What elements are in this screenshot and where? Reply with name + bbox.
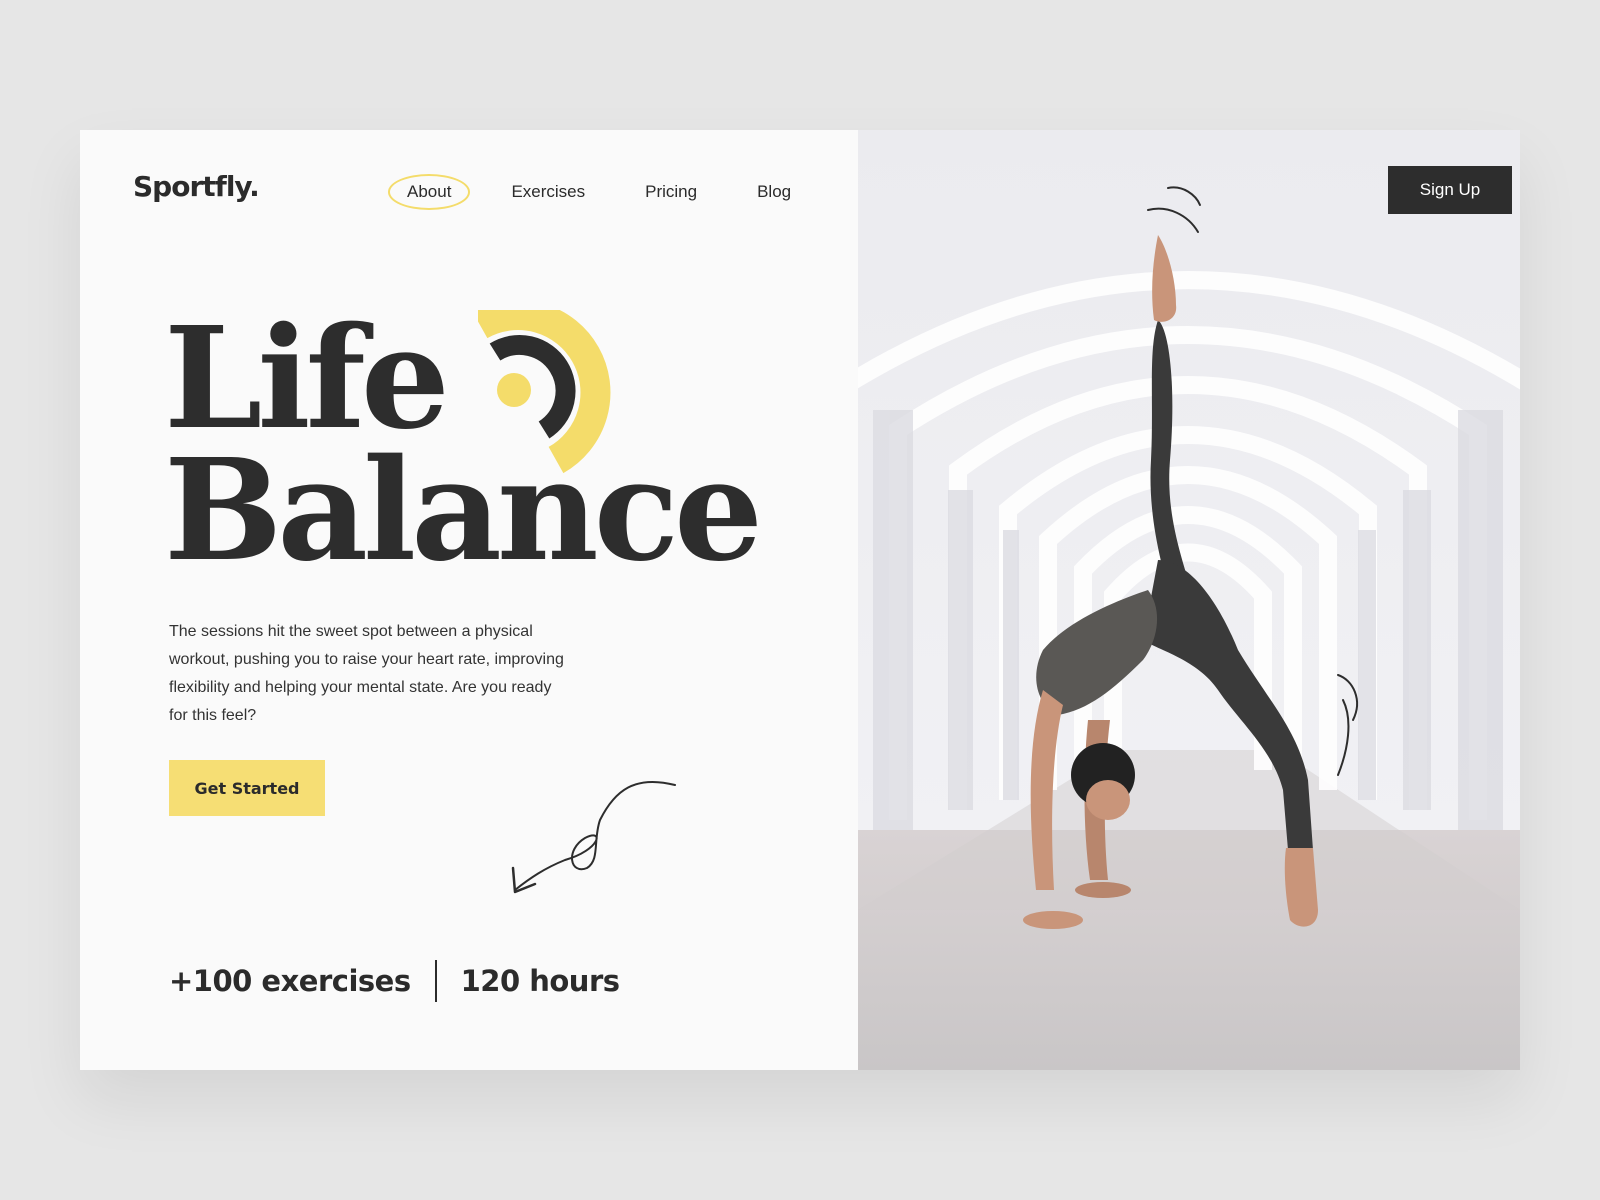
nav-item-about[interactable]: About bbox=[388, 174, 471, 210]
main-nav: About Exercises Pricing Blog bbox=[388, 174, 810, 210]
yoga-photo-illustration bbox=[858, 130, 1520, 1070]
nav-item-pricing[interactable]: Pricing bbox=[626, 175, 716, 209]
stat-exercises: +100 exercises bbox=[169, 964, 411, 998]
logo-mark-icon bbox=[478, 310, 611, 474]
left-panel: Sportfly. About Exercises Pricing Blog L… bbox=[80, 130, 858, 1070]
hero-title: Life Balance bbox=[164, 297, 763, 593]
hero-title-line-2: Balance bbox=[164, 429, 763, 593]
hero-photo: Sign Up bbox=[858, 130, 1520, 1070]
nav-item-exercises[interactable]: Exercises bbox=[492, 175, 604, 209]
stats-divider bbox=[434, 960, 437, 1002]
stat-hours: 120 hours bbox=[460, 964, 620, 998]
get-started-button[interactable]: Get Started bbox=[169, 760, 325, 816]
hero-title-line-1: Life bbox=[164, 297, 450, 461]
curved-arrow-icon bbox=[511, 780, 676, 894]
hero-description: The sessions hit the sweet spot between … bbox=[169, 623, 564, 724]
brand-logo[interactable]: Sportfly. bbox=[133, 170, 260, 203]
nav-item-blog[interactable]: Blog bbox=[738, 175, 810, 209]
sign-up-button[interactable]: Sign Up bbox=[1388, 166, 1512, 214]
landing-card: Sportfly. About Exercises Pricing Blog L… bbox=[80, 130, 1520, 1070]
stats-row: +100 exercises 120 hours bbox=[169, 960, 620, 1002]
